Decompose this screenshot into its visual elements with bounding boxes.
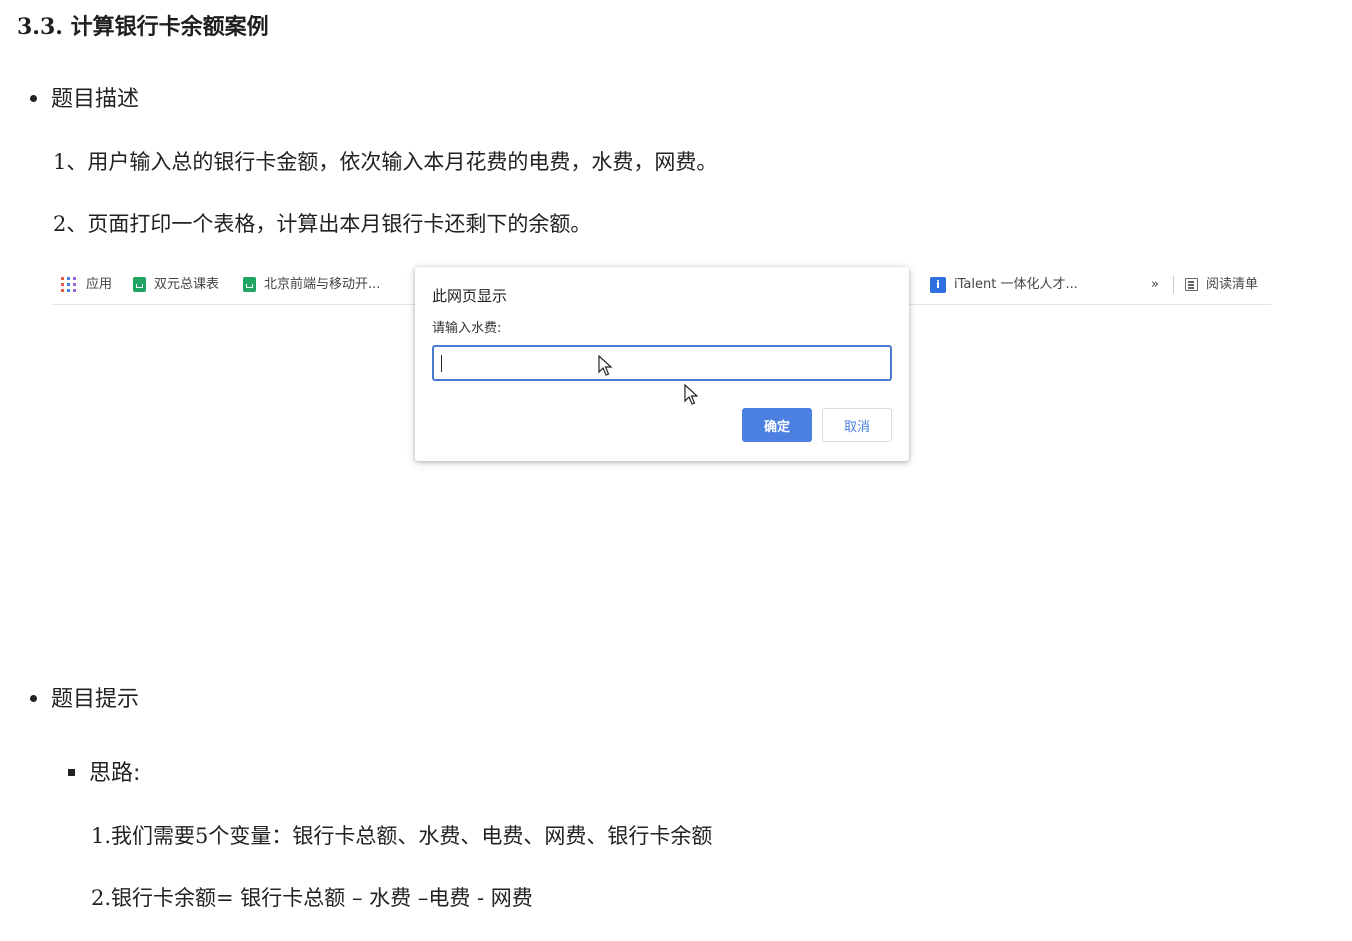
bookmark-item-label: iTalent 一体化人才... <box>954 277 1078 292</box>
description-heading: 题目描述 <box>30 84 139 116</box>
page-title: 3.3. 计算银行卡余额案例 <box>17 14 269 40</box>
description-item-2: 2、页面打印一个表格，计算出本月银行卡还剩下的余额。 <box>53 212 592 236</box>
text-caret <box>441 355 442 372</box>
sheet-icon <box>243 277 256 292</box>
hints-heading: 题目提示 <box>30 684 139 716</box>
hints-sub-heading: 思路: <box>68 758 140 790</box>
square-bullet-icon <box>68 769 75 776</box>
bookmark-item-2[interactable]: 北京前端与移动开... <box>243 276 380 294</box>
hint-line-2: 2.银行卡余额= 银行卡总额 – 水费 –电费 - 网费 <box>91 886 533 910</box>
description-item-1: 1、用户输入总的银行卡金额，依次输入本月花费的电费，水费，网费。 <box>53 150 718 174</box>
dialog-title: 此网页显示 <box>432 287 508 305</box>
bookmark-item-label: 北京前端与移动开... <box>264 277 381 292</box>
bullet-icon <box>30 95 37 102</box>
reading-list-button[interactable]: 阅读清单 <box>1185 276 1258 294</box>
ok-button[interactable]: 确定 <box>742 408 812 442</box>
bullet-icon <box>30 695 37 702</box>
reading-list-label: 阅读清单 <box>1206 277 1259 292</box>
bookmark-apps-label: 应用 <box>86 277 113 292</box>
info-icon: i <box>930 276 946 293</box>
bookmark-item-3[interactable]: i iTalent 一体化人才... <box>930 276 1078 294</box>
bookmarks-divider <box>1173 276 1174 294</box>
dialog-message: 请输入水费: <box>432 321 502 336</box>
apps-grid-icon <box>61 277 76 292</box>
document-page: 3.3. 计算银行卡余额案例 题目描述 1、用户输入总的银行卡金额，依次输入本月… <box>0 0 1352 941</box>
bookmark-item-1[interactable]: 双元总课表 <box>133 276 219 294</box>
hints-sub-heading-text: 思路: <box>89 761 141 786</box>
sheet-icon <box>133 277 146 292</box>
prompt-dialog: 此网页显示 请输入水费: 确定 取消 <box>415 267 909 461</box>
hints-heading-text: 题目提示 <box>51 687 140 712</box>
bookmark-apps[interactable]: 应用 <box>61 276 112 294</box>
hint-line-1: 1.我们需要5个变量：银行卡总额、水费、电费、网费、银行卡余额 <box>91 824 713 848</box>
prompt-input[interactable] <box>432 345 892 381</box>
description-heading-text: 题目描述 <box>51 87 140 112</box>
cancel-button[interactable]: 取消 <box>822 408 892 442</box>
bookmark-item-label: 双元总课表 <box>154 277 220 292</box>
bookmarks-more-button[interactable]: » <box>1151 276 1159 294</box>
mouse-pointer-icon <box>598 355 612 376</box>
mouse-pointer-icon <box>684 384 698 405</box>
reading-list-icon <box>1185 278 1198 291</box>
